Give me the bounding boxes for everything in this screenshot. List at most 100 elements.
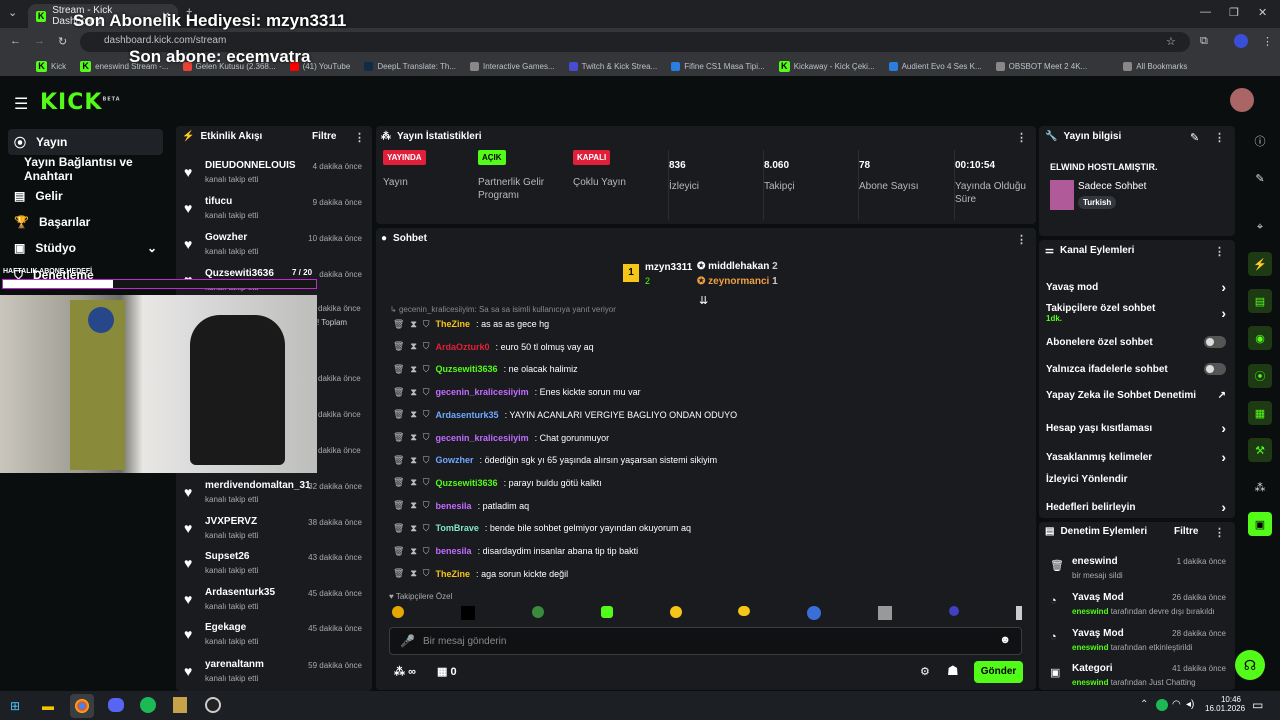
avatar[interactable] (1230, 88, 1254, 112)
bookmark-item[interactable]: DeepL Translate: Th... (364, 61, 456, 71)
timeout-icon[interactable]: ⧗ (410, 364, 416, 375)
activity-event[interactable]: ♥ Ardasenturk35 kanalı takip etti 45 dakika… (184, 587, 364, 623)
bookmark-item[interactable]: OBSBOT Meet 2 4K... (995, 61, 1087, 71)
tray-spotify-icon[interactable] (1156, 699, 1168, 711)
timeout-icon[interactable]: ⧗ (410, 477, 416, 488)
ban-icon[interactable]: ⛉ (423, 546, 430, 557)
pencil-icon[interactable]: ✎ (1248, 166, 1272, 190)
discord-icon[interactable] (108, 698, 124, 712)
timeout-icon[interactable]: ⧗ (410, 455, 416, 466)
tray-chevron-icon[interactable]: ⌃ (1140, 699, 1148, 710)
emote-icon[interactable] (807, 606, 822, 620)
ban-icon[interactable]: ⛉ (423, 341, 430, 352)
chat-message[interactable]: 🗑 ⧗ ⛉ ArdaOzturk0: euro 50 tl olmuş vay aq (393, 338, 594, 356)
scroll-down-icon[interactable]: ⇊ (699, 294, 708, 307)
chat-message[interactable]: 🗑 ⧗ ⛉ Quzsewiti3636: parayı buldu götü kalk… (393, 474, 602, 492)
channel-menu-icon[interactable]: ⋮ (1214, 245, 1225, 258)
emote-icon[interactable] (460, 606, 475, 620)
extensions-icon[interactable]: ⧉ (1200, 35, 1208, 48)
chat-input[interactable]: 🎤 Bir mesaj gönderin ☻ (389, 627, 1022, 655)
chat-message[interactable]: 🗑 ⧗ ⛉ Gowzher: ödediğin sgk yı 65 yaşında a… (393, 451, 717, 469)
emote-icon[interactable] (738, 606, 751, 616)
sidebar-item-stream-key[interactable]: Yayın Bağlantısı ve Anahtarı (18, 155, 173, 183)
timeout-icon[interactable]: ⧗ (410, 523, 416, 534)
timeout-icon[interactable]: ⧗ (410, 568, 416, 579)
back-icon[interactable]: ← (10, 35, 21, 47)
chevron-right-icon[interactable]: › (1221, 449, 1226, 465)
chat-username[interactable]: TomBrave (436, 523, 479, 533)
bookmark-item[interactable]: Fifine CS1 Masa Tipi... (671, 61, 765, 71)
activity-event[interactable]: ♥ JVXPERVZ kanalı takip etti 38 dakika önce (184, 516, 364, 552)
tab-search-icon[interactable]: ⌄ (8, 6, 17, 19)
bookmark-item[interactable]: Interactive Games... (470, 61, 555, 71)
sidebar-item-studyo[interactable]: ▣ Stüdyo ⌄ (8, 235, 163, 261)
ban-icon[interactable]: ⛉ (423, 387, 430, 398)
bookmark-item[interactable]: Audient Evo 4 Ses K... (888, 61, 982, 71)
ban-icon[interactable]: ⛉ (423, 568, 430, 579)
bookmark-item[interactable]: K Kickaway - Kick Çeki... (778, 60, 875, 72)
chat-settings-icon[interactable]: ⚙ (920, 665, 930, 678)
delete-icon[interactable]: 🗑 (393, 546, 404, 557)
wifi-icon[interactable]: ◠ (1172, 699, 1181, 710)
bookmark-star-icon[interactable]: ☆ (1166, 35, 1176, 48)
emote-icon[interactable] (669, 606, 682, 618)
chat-username[interactable]: benesila (436, 546, 472, 556)
activity-event[interactable]: ♥ tifucu kanalı takip etti 9 dakika önce (184, 196, 364, 232)
mod-filter-button[interactable]: Filtre (1174, 526, 1198, 537)
chrome-taskbar-item[interactable] (70, 694, 94, 718)
sidebar-item-basarilar[interactable]: 🏆 Başarılar (8, 209, 163, 235)
maximize-icon[interactable]: ❐ (1229, 6, 1239, 19)
bookmark-item[interactable]: Twitch & Kick Strea... (568, 61, 657, 71)
ban-icon[interactable]: ⛉ (423, 523, 430, 534)
info-menu-icon[interactable]: ⋮ (1214, 131, 1225, 144)
channel-action-row[interactable]: Abonelere özel sohbet (1046, 336, 1226, 348)
chat-username[interactable]: Ardasenturk35 (436, 410, 499, 420)
activity-event[interactable]: ♥ DIEUDONNELOUIS kanalı takip etti 4 dakika… (184, 160, 364, 196)
activity-menu-icon[interactable]: ⋮ (354, 131, 365, 144)
chest-indicator[interactable]: ▦ 0 (437, 665, 457, 678)
windows-start-icon[interactable]: ⊞ (10, 699, 20, 713)
send-button[interactable]: Gönder (974, 661, 1023, 683)
channel-action-row[interactable]: İzleyici Yönlendir (1046, 474, 1226, 485)
delete-icon[interactable]: 🗑 (393, 568, 404, 579)
emoji-icon[interactable]: ☻ (999, 634, 1011, 646)
channel-action-row[interactable]: Yavaş mod › (1046, 279, 1226, 295)
doc-rail-icon[interactable]: ▤ (1248, 289, 1272, 313)
chat-message[interactable]: 🗑 ⧗ ⛉ gecenin_kralicesiiyim: Chat gorunmuyo… (393, 429, 609, 447)
chat-username[interactable]: Gowzher (436, 455, 474, 465)
chat-message[interactable]: 🗑 ⧗ ⛉ gecenin_kralicesiiyim: Enes kickte so… (393, 383, 641, 401)
channel-action-row[interactable]: Yasaklanmış kelimeler › (1046, 449, 1226, 465)
emote-icon[interactable] (392, 606, 404, 618)
delete-icon[interactable]: 🗑 (393, 523, 404, 534)
chat-message[interactable]: 🗑 ⧗ ⛉ TheZine: as as as gece hg (393, 315, 549, 333)
emote-row[interactable] (392, 606, 1022, 622)
emote-icon[interactable] (878, 606, 893, 620)
reload-icon[interactable]: ↻ (58, 35, 67, 48)
ban-icon[interactable]: ⛉ (423, 500, 430, 511)
edit-icon[interactable]: ✎ (1190, 131, 1199, 144)
chat-username[interactable]: Quzsewiti3636 (436, 364, 498, 374)
delete-icon[interactable]: 🗑 (393, 432, 404, 443)
timeout-icon[interactable]: ⧗ (410, 319, 416, 330)
activity-event[interactable]: ♥ Egekage kanalı takip etti 45 dakika önce (184, 622, 364, 658)
emote-icon[interactable] (949, 606, 959, 616)
support-icon[interactable]: ☊ (1235, 650, 1265, 680)
external-link-icon[interactable]: ↗ (1218, 390, 1226, 401)
timeout-icon[interactable]: ⧗ (410, 546, 416, 557)
ban-icon[interactable]: ⛉ (423, 364, 430, 375)
chat-message[interactable]: 🗑 ⧗ ⛉ benesila: disardaydim insanlar abana … (393, 542, 638, 560)
chat-message[interactable]: 🗑 ⧗ ⛉ TomBrave: bende bile sohbet gelmiyor … (393, 519, 691, 537)
close-window-icon[interactable]: ✕ (1258, 6, 1267, 19)
clapper-icon[interactable]: ▣ (1248, 512, 1272, 536)
chat-rail-icon[interactable]: ◉ (1248, 326, 1272, 350)
sidebar-item-gelir[interactable]: ▤ Gelir (8, 183, 163, 209)
activity-event[interactable]: ♥ yarenaltanm kanalı takip etti 59 dakika ö… (184, 659, 364, 695)
ban-icon[interactable]: ⛉ (423, 319, 430, 330)
ban-icon[interactable]: ⛉ (423, 409, 430, 420)
league-icon[interactable] (173, 697, 187, 713)
focus-icon[interactable]: ⌖ (1248, 215, 1272, 239)
chat-username[interactable]: gecenin_kralicesiiyim (436, 387, 529, 397)
chat-message[interactable]: 🗑 ⧗ ⛉ Ardasenturk35: YAYIN ACANLARI VERGIYE… (393, 406, 737, 424)
stats-menu-icon[interactable]: ⋮ (1016, 131, 1027, 144)
obs-icon[interactable] (205, 697, 221, 713)
